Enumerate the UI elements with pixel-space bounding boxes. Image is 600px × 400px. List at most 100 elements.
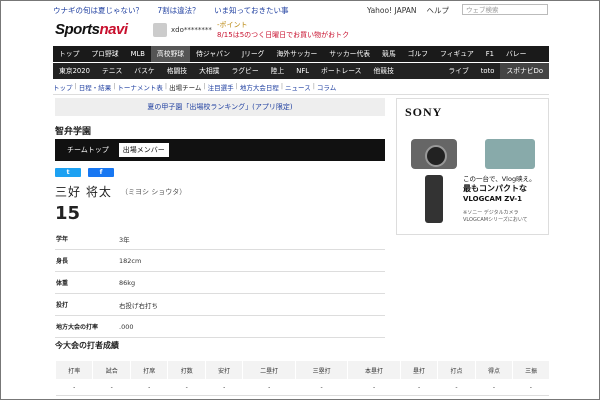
- twitter-share-button[interactable]: t: [55, 168, 81, 177]
- profile-row: 身長 182cm: [55, 250, 385, 272]
- sub-nav-item[interactable]: 陸上: [265, 63, 291, 79]
- promo-link[interactable]: 8/15は5のつく日曜日でお買い物がおトク: [217, 30, 349, 40]
- yahoo-link[interactable]: Yahoo! JAPAN: [367, 5, 416, 17]
- sub-nav-item[interactable]: 東京2020: [53, 63, 96, 79]
- ranking-banner[interactable]: 夏の甲子園「出場校ランキング」(アプリ限定): [55, 98, 385, 116]
- stats-cell: -: [167, 379, 206, 396]
- school-name: 智弁学園: [55, 127, 92, 137]
- web-search-input[interactable]: ウェブ検索: [462, 4, 548, 15]
- sub-nav-item[interactable]: バスケ: [128, 63, 160, 79]
- main-nav-item[interactable]: ゴルフ: [402, 46, 434, 62]
- breadcrumb-item[interactable]: 注目選手: [208, 82, 234, 92]
- profile-table: 学年 3年 身長 182cm 体重 86kg 投打 右投げ右打ち 地方大会の打率 .000: [55, 228, 385, 338]
- main-nav-item[interactable]: トップ: [53, 46, 85, 62]
- sub-nav-item[interactable]: スポナビDo: [500, 63, 549, 79]
- breadcrumb-separator: |: [74, 82, 77, 90]
- username[interactable]: xdo********: [171, 26, 212, 34]
- breadcrumb-separator: |: [113, 82, 116, 90]
- player-name: 三好 将太: [55, 185, 112, 199]
- profile-key: 体重: [56, 280, 69, 287]
- sub-nav-item[interactable]: テニス: [96, 63, 128, 79]
- tab-team-top[interactable]: チームトップ: [63, 143, 113, 157]
- ticker-headline-1[interactable]: ウナギの旬は夏じゃない？: [53, 6, 143, 15]
- main-nav-item[interactable]: 高校野球: [150, 46, 191, 62]
- stats-header: 本塁打: [347, 361, 401, 379]
- profile-value: .000: [119, 322, 134, 331]
- profile-key: 身長: [56, 258, 69, 265]
- help-link[interactable]: ヘルプ: [427, 5, 450, 17]
- sub-nav-item[interactable]: NFL: [290, 63, 315, 79]
- logo-text-sports: Sports: [55, 21, 100, 38]
- main-nav-item[interactable]: サッカー代表: [323, 46, 376, 62]
- stats-cell: -: [295, 379, 348, 396]
- stats-cell: -: [400, 379, 438, 396]
- avatar[interactable]: [153, 23, 167, 37]
- lens-image: [425, 145, 447, 167]
- breadcrumb-item[interactable]: トーナメント表: [117, 82, 163, 92]
- ad-note-2: VLOGCAMシリーズにおいて: [463, 217, 528, 223]
- tab-members[interactable]: 出場メンバー: [118, 143, 169, 157]
- sportsnavi-logo[interactable]: Sportsnavi: [55, 21, 128, 39]
- breadcrumb-separator: |: [203, 82, 206, 90]
- breadcrumb-item[interactable]: ニュース: [285, 82, 311, 92]
- stats-cell: -: [92, 379, 131, 396]
- main-nav-item[interactable]: MLB: [125, 46, 151, 62]
- sub-nav-item[interactable]: 格闘技: [161, 63, 193, 79]
- grip-image: [425, 175, 443, 223]
- stats-header: 打席: [129, 361, 168, 379]
- stats-header: 安打: [204, 361, 243, 379]
- ad-note-1: ※ソニー デジタルカメラ: [463, 210, 519, 216]
- stats-header: 塁打: [399, 361, 438, 379]
- ad-copy-3: VLOGCAM ZV-1: [463, 195, 523, 203]
- ticker-headline-3[interactable]: いま知っておきたい事: [214, 6, 288, 15]
- breadcrumb-separator: |: [164, 82, 168, 90]
- stats-cell: -: [437, 379, 476, 396]
- main-nav-item[interactable]: F1: [480, 46, 500, 62]
- main-nav-item[interactable]: 海外サッカー: [270, 46, 323, 62]
- profile-value: 3年: [119, 235, 130, 244]
- breadcrumb-item[interactable]: 出場チーム: [169, 82, 201, 92]
- main-nav-item[interactable]: Jリーグ: [236, 46, 270, 62]
- stats-cell: -: [55, 379, 93, 396]
- profile-key: 投打: [56, 302, 69, 309]
- profile-value: 右投げ右打ち: [119, 301, 158, 310]
- stats-cell: -: [475, 379, 513, 396]
- main-nav-item[interactable]: 競馬: [376, 46, 402, 62]
- breadcrumb-item[interactable]: トップ: [53, 82, 73, 92]
- stats-cell: -: [347, 379, 401, 396]
- main-nav-item[interactable]: プロ野球: [85, 46, 124, 62]
- sub-nav-item[interactable]: 大相撲: [193, 63, 225, 79]
- sub-nav-item[interactable]: toto: [475, 63, 501, 79]
- breadcrumb-separator: |: [312, 82, 315, 90]
- stats-header: 三振: [512, 361, 549, 379]
- main-nav-item[interactable]: フィギュア: [434, 46, 480, 62]
- stats-cell: -: [242, 379, 296, 396]
- breadcrumb-item[interactable]: 日程・結果: [79, 82, 112, 92]
- sony-ad[interactable]: SONY この一台で、Vlog映え。 最もコンパクトな VLOGCAM ZV-1…: [396, 98, 549, 235]
- profile-row: 学年 3年: [55, 228, 385, 250]
- batting-stats-table: 打率 試合 打席 打数 安打 二塁打 三塁打 本塁打 塁打 打点 得点 三振 ------------: [54, 361, 549, 396]
- profile-value: 182cm: [119, 256, 142, 265]
- sub-nav-item[interactable]: ラグビー: [225, 63, 264, 79]
- breadcrumb: トップ | 日程・結果 | トーナメント表 | 出場チーム | 注目選手 | 地方大会日程 | ニュース…: [53, 82, 549, 92]
- breadcrumb-separator: |: [280, 82, 284, 90]
- sub-nav-item[interactable]: ライブ: [442, 63, 474, 79]
- points-box: -ポイント 8/15は5のつく日曜日でお買い物がおトク: [217, 20, 349, 40]
- facebook-share-button[interactable]: f: [88, 168, 114, 177]
- main-nav-item[interactable]: 侍ジャパン: [190, 46, 236, 62]
- ticker-headline-2[interactable]: 7割は違法？: [157, 6, 199, 15]
- sub-nav-item[interactable]: ボートレース: [315, 63, 367, 79]
- main-nav-item[interactable]: バレー: [500, 46, 532, 62]
- breadcrumb-item[interactable]: 地方大会日程: [240, 82, 279, 92]
- profile-key: 学年: [56, 236, 69, 243]
- main-nav: トップ プロ野球 MLB 高校野球 侍ジャパン Jリーグ 海外サッカー サッカー代表 競馬 ゴルフ…: [53, 46, 549, 62]
- stats-cell: -: [512, 379, 549, 396]
- profile-row: 地方大会の打率 .000: [55, 316, 385, 338]
- points-label[interactable]: -ポイント: [217, 20, 349, 30]
- breadcrumb-item[interactable]: コラム: [317, 82, 336, 92]
- stats-title: 今大会の打者成績: [55, 341, 119, 350]
- logo-text-navi: navi: [99, 21, 129, 38]
- sub-nav: 東京2020 テニス バスケ 格闘技 大相撲 ラグビー 陸上 NFL ボートレース 他競技 ライブ…: [53, 63, 549, 79]
- stats-header: 打率: [54, 361, 93, 379]
- sub-nav-item[interactable]: 他競技: [367, 63, 399, 79]
